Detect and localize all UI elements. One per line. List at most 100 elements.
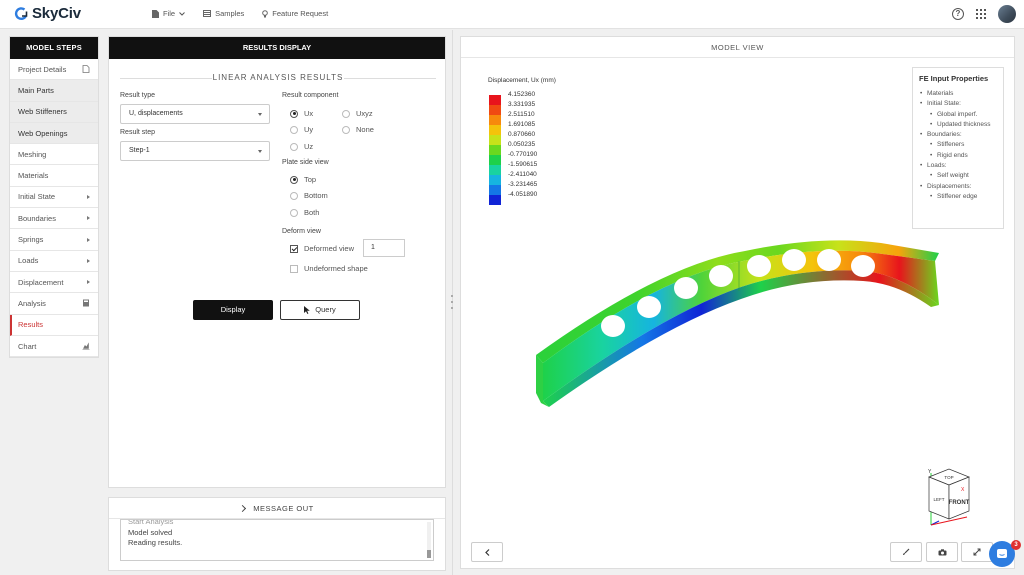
radio-dot: [290, 109, 298, 118]
samples-link[interactable]: Samples: [203, 9, 244, 18]
linear-analysis-title: LINEAR ANALYSIS RESULTS: [120, 73, 436, 82]
sidebar-item-label: Results: [18, 320, 44, 330]
sidebar-item-label: Springs: [18, 235, 44, 245]
fe-properties-title: FE Input Properties: [919, 74, 989, 83]
legend-value: 4.152360: [508, 91, 536, 98]
fe-properties-list: MaterialsInitial State:Global imperf.Upd…: [919, 89, 997, 203]
sidebar-item-web-openings[interactable]: Web Openings: [10, 122, 98, 145]
legend-value: 1.691085: [508, 121, 536, 128]
sidebar-item-springs[interactable]: Springs: [10, 229, 98, 251]
checkbox-box: [290, 244, 298, 253]
expand-icon: [973, 548, 981, 556]
fe-property-item: Global imperf.: [919, 110, 997, 121]
sidebar-item-label: Web Openings: [18, 128, 68, 138]
app-name: SkyCiv: [32, 5, 81, 22]
skyciv-logo[interactable]: SkyCiv: [14, 5, 81, 22]
sidebar-item-boundaries[interactable]: Boundaries: [10, 208, 98, 230]
log-scrollbar[interactable]: [427, 522, 431, 558]
sidebar-item-loads[interactable]: Loads: [10, 251, 98, 272]
legend-swatch: [489, 125, 501, 135]
fe-property-item: Updated thickness: [919, 120, 997, 131]
model-steps-panel: MODEL STEPS Project Details Main Parts Web…: [9, 36, 99, 359]
sidebar-item-meshing[interactable]: Meshing: [10, 144, 98, 166]
legend-swatch: [489, 195, 501, 205]
component-ux-radio[interactable]: Ux: [290, 109, 313, 118]
paint-button[interactable]: [890, 542, 922, 562]
component-ux-label: Ux: [304, 109, 314, 118]
legend-value: -0.770190: [508, 151, 538, 158]
select-arrow-icon: [258, 150, 262, 153]
caret-right-icon: [87, 258, 90, 263]
chevron-right-icon: [239, 504, 247, 513]
sidebar-item-main-parts[interactable]: Main Parts: [10, 80, 98, 102]
sidebar-item-materials[interactable]: Materials: [10, 165, 98, 187]
deform-scale-input[interactable]: 1: [363, 239, 405, 257]
checkbox-box: [290, 264, 298, 273]
result-type-select[interactable]: U, displacements: [120, 104, 270, 124]
legend-value: -3.231465: [508, 181, 538, 188]
side-bottom-radio[interactable]: Bottom: [290, 191, 328, 200]
result-step-select[interactable]: Step-1: [120, 141, 270, 161]
legend-swatch: [489, 185, 501, 195]
fe-property-item: Materials: [919, 89, 997, 100]
caret-right-icon: [87, 216, 90, 221]
legend-swatch: [489, 155, 501, 165]
component-uz-radio[interactable]: Uz: [290, 142, 313, 151]
select-arrow-icon: [258, 113, 262, 116]
sidebar-item-label: Initial State: [18, 192, 56, 202]
component-uxyz-label: Uxyz: [356, 109, 373, 118]
sidebar-item-displacement[interactable]: Displacement: [10, 272, 98, 294]
sidebar-item-chart[interactable]: Chart: [10, 336, 98, 358]
display-button[interactable]: Display: [193, 300, 273, 320]
deform-view-label: Deform view: [282, 228, 321, 235]
fe-property-item: Boundaries:: [919, 130, 997, 141]
result-type-value: U, displacements: [129, 110, 183, 117]
undeformed-shape-checkbox[interactable]: Undeformed shape: [290, 264, 368, 273]
lightbulb-icon: [262, 9, 269, 17]
avatar[interactable]: [998, 5, 1016, 23]
fe-property-item: Stiffener edge: [919, 192, 997, 203]
component-uxyz-radio[interactable]: Uxyz: [342, 109, 373, 118]
message-out-header[interactable]: MESSAGE OUT: [109, 498, 445, 519]
sidebar-item-label: Meshing: [18, 149, 47, 159]
component-uy-radio[interactable]: Uy: [290, 125, 313, 134]
deformed-view-checkbox[interactable]: Deformed view: [290, 244, 354, 253]
side-bottom-label: Bottom: [304, 191, 328, 200]
fe-property-item: Self weight: [919, 171, 997, 182]
message-log[interactable]: Start Analysis Model solved Reading resu…: [120, 519, 434, 561]
document-icon: [82, 65, 90, 74]
back-button[interactable]: [471, 542, 503, 562]
feature-request-link[interactable]: Feature Request: [262, 9, 328, 18]
apps-grid-icon[interactable]: [976, 9, 986, 19]
side-top-radio[interactable]: Top: [290, 175, 316, 184]
sidebar-item-label: Materials: [18, 171, 49, 181]
axis-x-label: X: [961, 487, 965, 493]
results-display-header: RESULTS DISPLAY: [109, 37, 445, 59]
view-cube-left-label: LEFT: [933, 497, 944, 502]
sidebar-item-label: Displacement: [18, 277, 64, 287]
top-right-actions: ?: [952, 5, 1016, 23]
chat-badge: 3: [1011, 540, 1021, 550]
sidebar-item-project-details[interactable]: Project Details: [10, 59, 98, 81]
drag-handle-icon[interactable]: [451, 295, 454, 309]
feature-request-label: Feature Request: [272, 9, 329, 18]
side-both-radio[interactable]: Both: [290, 208, 319, 217]
query-button[interactable]: Query: [280, 300, 360, 320]
screenshot-button[interactable]: [926, 542, 958, 562]
legend-swatch: [489, 105, 501, 115]
sidebar-item-results[interactable]: Results: [10, 314, 98, 336]
sidebar-item-analysis[interactable]: Analysis: [10, 293, 98, 315]
sidebar-item-web-stiffeners[interactable]: Web Stiffeners: [10, 101, 98, 123]
file-menu[interactable]: File: [152, 9, 185, 18]
model-view-header: MODEL VIEW: [461, 37, 1014, 58]
caret-right-icon: [87, 280, 90, 285]
side-top-label: Top: [304, 175, 317, 184]
legend-value: 0.870660: [508, 131, 536, 138]
model-steps-list: Project Details Main Parts Web Stiffeners W…: [10, 59, 98, 358]
chevron-left-icon: [484, 548, 489, 556]
help-icon[interactable]: ?: [952, 8, 964, 20]
component-none-radio[interactable]: None: [342, 125, 374, 134]
axis-y-label: Y: [928, 469, 932, 475]
view-cube-top-label: TOP: [944, 475, 953, 480]
sidebar-item-initial-state[interactable]: Initial State: [10, 187, 98, 209]
